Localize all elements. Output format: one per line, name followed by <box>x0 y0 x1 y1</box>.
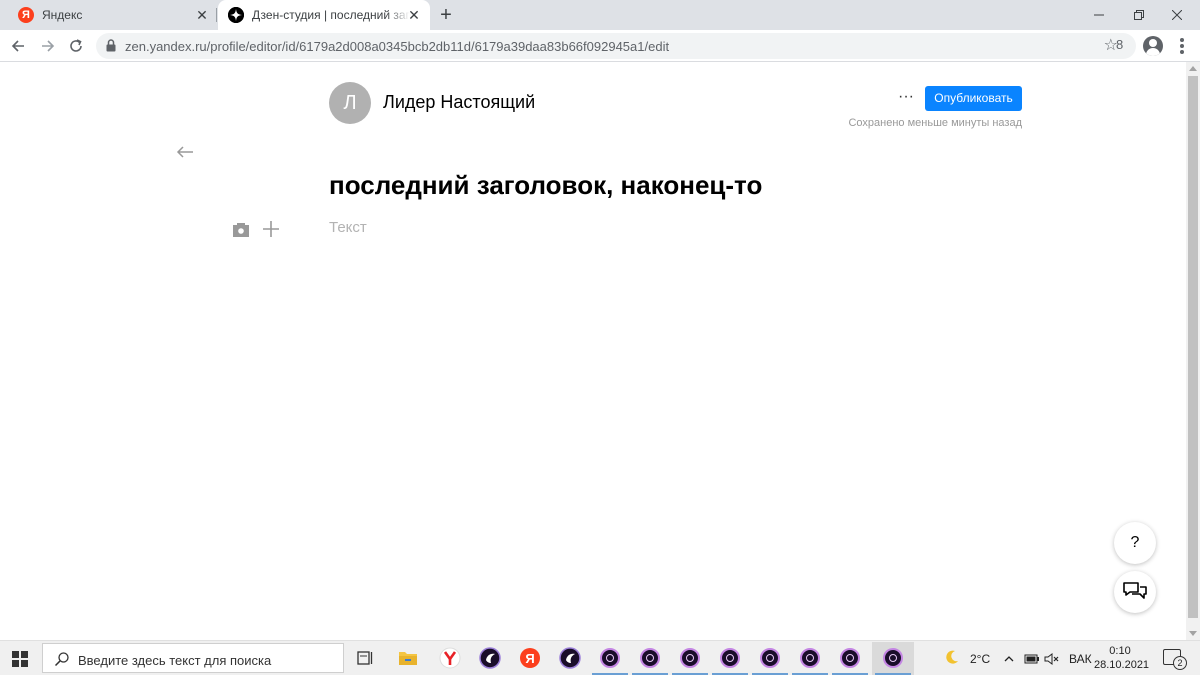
battery-icon[interactable] <box>1024 641 1040 676</box>
windows-start-icon[interactable] <box>12 651 28 667</box>
moon-icon <box>944 649 960 668</box>
purple-app-icon[interactable] <box>832 646 868 675</box>
text-input-placeholder[interactable]: Текст <box>329 219 367 236</box>
yandex-app-icon[interactable]: Я <box>518 646 542 670</box>
viber-app-icon[interactable] <box>478 646 502 670</box>
tray-chevron-up-icon[interactable] <box>1004 641 1014 676</box>
purple-app-icon[interactable] <box>672 646 708 675</box>
browser-tab-strip: Я Яндекс ✕ Дзен-студия | последний загол… <box>0 0 1200 30</box>
windows-taskbar: Введите здесь текст для поиска Я 2°C ВАК <box>0 640 1200 675</box>
notification-center-icon[interactable]: 2 <box>1163 649 1187 670</box>
page-scrollbar[interactable] <box>1186 62 1200 640</box>
back-icon[interactable] <box>6 34 30 58</box>
tab-yandex[interactable]: Я Яндекс ✕ <box>8 0 218 30</box>
more-options-icon[interactable]: ··· <box>898 89 914 108</box>
file-explorer-icon[interactable] <box>396 646 420 670</box>
search-icon <box>54 651 70 672</box>
purple-app-icon[interactable] <box>592 646 628 675</box>
avatar[interactable]: Л <box>329 82 371 124</box>
publish-button[interactable]: Опубликовать <box>925 86 1022 111</box>
zen-favicon-icon <box>228 7 244 23</box>
lock-icon <box>106 39 116 57</box>
browser-menu-icon[interactable] <box>1178 36 1186 56</box>
clock-date: 28.10.2021 <box>1094 659 1150 671</box>
viber-app-icon[interactable] <box>558 646 582 670</box>
back-arrow-icon[interactable] <box>176 145 194 159</box>
scroll-up-icon[interactable] <box>1189 66 1197 71</box>
purple-app-icon[interactable] <box>752 646 788 675</box>
purple-app-icon[interactable] <box>875 646 911 675</box>
url-text: zen.yandex.ru/profile/editor/id/6179a2d0… <box>125 39 670 54</box>
yandex-browser-icon[interactable] <box>438 646 462 670</box>
tab-title: Яндекс <box>42 8 83 22</box>
save-status: Сохранено меньше минуты назад <box>848 117 1022 129</box>
editor-page: Л Лидер Настоящий ··· Опубликовать Сохра… <box>0 62 1186 640</box>
help-button[interactable]: ? <box>1114 522 1156 564</box>
svg-text:Я: Я <box>525 651 534 666</box>
browser-toolbar: zen.yandex.ru/profile/editor/id/6179a2d0… <box>0 30 1200 62</box>
new-tab-icon[interactable]: + <box>436 5 456 25</box>
profile-avatar-icon[interactable] <box>1143 36 1163 56</box>
yandex-favicon-icon: Я <box>18 7 34 23</box>
address-bar[interactable]: zen.yandex.ru/profile/editor/id/6179a2d0… <box>96 33 1136 59</box>
volume-muted-icon[interactable] <box>1044 641 1060 676</box>
scroll-thumb[interactable] <box>1188 76 1198 618</box>
purple-app-icon[interactable] <box>792 646 828 675</box>
close-icon[interactable]: ✕ <box>194 7 210 23</box>
tab-zen-studio[interactable]: Дзен-студия | последний заголовок, након… <box>218 0 430 30</box>
clock-time: 0:10 <box>1109 645 1131 657</box>
extension-count[interactable]: 8 <box>1116 37 1123 52</box>
add-image-icon[interactable] <box>231 220 251 238</box>
tab-divider <box>216 8 217 22</box>
feedback-chat-icon[interactable] <box>1114 571 1156 613</box>
keyboard-language[interactable]: ВАК <box>1069 641 1092 676</box>
window-close-icon[interactable] <box>1154 0 1200 30</box>
tab-title: Дзен-студия | последний заголовок, након… <box>252 8 410 22</box>
notification-badge: 2 <box>1173 656 1187 670</box>
taskbar-search-input[interactable]: Введите здесь текст для поиска <box>42 643 344 673</box>
add-block-icon[interactable] <box>261 219 281 239</box>
purple-app-icon[interactable] <box>712 646 748 675</box>
system-clock[interactable]: 0:10 28.10.2021 <box>1094 644 1150 672</box>
scroll-down-icon[interactable] <box>1189 631 1197 636</box>
purple-app-icon[interactable] <box>632 646 668 675</box>
search-placeholder: Введите здесь текст для поиска <box>78 653 272 668</box>
author-name[interactable]: Лидер Настоящий <box>383 92 535 113</box>
weather-widget[interactable]: 2°C <box>944 641 990 676</box>
article-title[interactable]: последний заголовок, наконец-то <box>329 170 762 201</box>
task-view-icon[interactable] <box>354 646 378 670</box>
reload-icon[interactable] <box>64 34 88 58</box>
close-icon[interactable]: ✕ <box>406 7 422 23</box>
forward-icon[interactable] <box>36 34 60 58</box>
weather-temperature: 2°C <box>970 651 991 666</box>
